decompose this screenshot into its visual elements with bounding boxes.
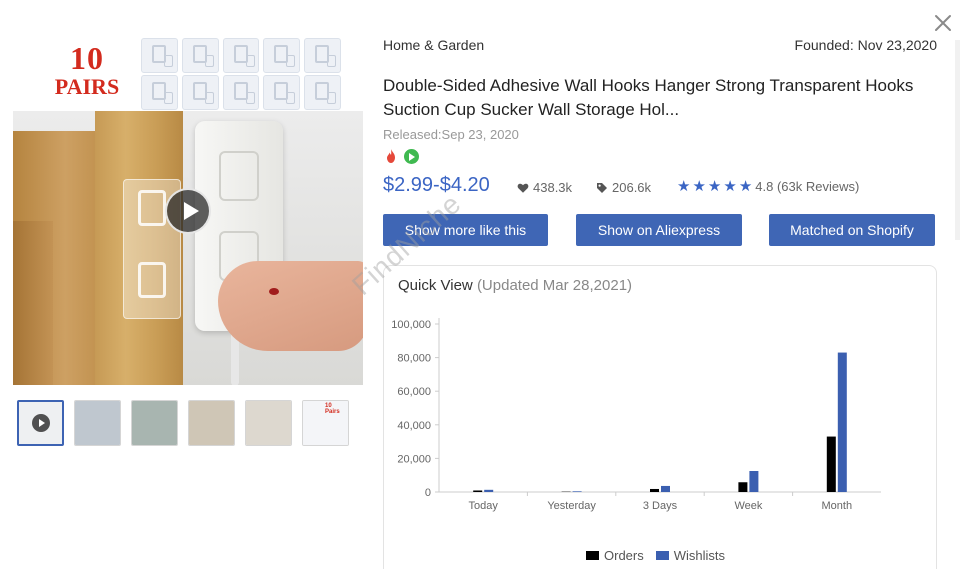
y-tick-label: 20,000 (397, 453, 431, 465)
orders-bar (473, 490, 483, 492)
hook-image (304, 38, 341, 73)
y-tick-label: 0 (425, 487, 431, 499)
hook-image (222, 75, 260, 110)
product-photo-wood-shadow (13, 221, 53, 385)
y-tick-label: 80,000 (397, 353, 431, 365)
quick-view-card: Quick View (Updated Mar 28,2021) 0 20,000… (383, 265, 937, 569)
thumbnail-4[interactable] (188, 400, 235, 446)
hook-image (141, 75, 178, 110)
price-range: $2.99-$4.20 (383, 174, 490, 196)
matched-on-shopify-button[interactable]: Matched on Shopify (769, 214, 935, 246)
wishlists-bar (749, 471, 759, 492)
banner-brand-unit: PAIRS (54, 74, 120, 99)
thumbnail-6[interactable]: 10 Pairs (302, 400, 349, 446)
thumbnail-1[interactable] (17, 400, 64, 446)
likes-count: 438.3k (533, 180, 573, 195)
hook-image (263, 75, 301, 110)
thumbnail-image (75, 401, 120, 445)
x-tick-label: Week (734, 500, 762, 512)
rating-stars: ★ ★ ★ ★ ★ 4.8 (63k Reviews) (677, 179, 859, 194)
heart-icon (517, 183, 529, 193)
hook-image (304, 75, 341, 110)
hook-image (222, 38, 260, 73)
thumbnail-image (132, 401, 177, 445)
thumbnail-5[interactable] (245, 400, 292, 446)
product-video[interactable] (13, 111, 363, 385)
x-tick-label: Month (822, 500, 853, 512)
x-tick-label: Today (469, 500, 499, 512)
orders-bar (738, 482, 748, 492)
socket (219, 151, 259, 201)
product-photo-hand (218, 261, 363, 351)
orders-bar (826, 436, 836, 492)
thumbnail-strip: 10 Pairs (17, 400, 357, 447)
star-icon: ★ (738, 178, 753, 195)
hook-image (181, 38, 219, 73)
legend-wishlists-swatch (655, 551, 669, 560)
y-tick-label: 60,000 (397, 386, 431, 398)
thumbnail-3[interactable] (131, 400, 178, 446)
star-icon: ★ (723, 178, 737, 195)
tags-count: 206.6k (612, 180, 652, 195)
legend-wishlists-label: Wishlists (673, 548, 726, 563)
product-badges (383, 148, 419, 164)
founded-date: Founded: Nov 23,2020 (794, 37, 937, 53)
hook-outline (138, 190, 166, 226)
play-icon (32, 414, 50, 432)
play-icon[interactable] (165, 188, 211, 234)
wishlists-bar (484, 489, 494, 492)
tag-icon (597, 182, 607, 193)
hook-outline (138, 262, 166, 298)
wishlists-bar (837, 352, 847, 492)
legend-orders-label: Orders (604, 548, 644, 563)
product-banner: 10 PAIRS (13, 38, 363, 110)
released-date: Released:Sep 23, 2020 (383, 127, 519, 142)
hook-image (263, 38, 301, 73)
y-tick-label: 40,000 (397, 420, 431, 432)
close-icon[interactable] (932, 12, 954, 34)
scrollbar[interactable] (955, 40, 960, 240)
show-more-like-this-button[interactable]: Show more like this (383, 214, 548, 246)
thumbnail-image (189, 401, 234, 445)
wishlists-bar (572, 491, 582, 492)
fire-icon (387, 149, 395, 163)
product-title: Double-Sided Adhesive Wall Hooks Hanger … (383, 76, 914, 119)
y-tick-label: 100,000 (391, 319, 431, 331)
likes-stat: 438.3k (517, 180, 572, 195)
x-tick-label: Yesterday (547, 500, 596, 512)
star-icon: ★ (677, 178, 691, 195)
tags-stat: 206.6k (596, 180, 651, 195)
hook-image (141, 38, 178, 73)
legend-orders[interactable]: Orders (586, 548, 644, 563)
quick-view-chart: 0 20,000 40,000 60,000 80,000 100,000 Today Yes… (391, 318, 881, 512)
show-on-aliexpress-button[interactable]: Show on Aliexpress (576, 214, 742, 246)
product-photo-nail (269, 288, 279, 295)
star-icon: ★ (692, 178, 706, 195)
hook-image (181, 75, 219, 110)
orders-bar (650, 488, 659, 492)
category-label[interactable]: Home & Garden (383, 37, 484, 53)
banner-brand: 10 PAIRS (51, 42, 123, 98)
thumbnail-2[interactable] (74, 400, 121, 446)
star-icon: ★ (707, 178, 722, 195)
video-icon (404, 149, 419, 164)
legend-orders-swatch (586, 551, 599, 560)
thumbnail-label: 10 Pairs (325, 403, 340, 415)
wishlists-bar (661, 485, 670, 492)
rating-text: 4.8 (63k Reviews) (755, 179, 860, 194)
banner-hook-grid (141, 38, 341, 110)
banner-brand-count: 10 (70, 40, 104, 76)
chart-legend: Orders Wishlists (586, 548, 725, 563)
thumbnail-image (246, 401, 291, 445)
x-tick-label: 3 Days (643, 500, 678, 512)
legend-wishlists[interactable]: Wishlists (655, 548, 726, 563)
